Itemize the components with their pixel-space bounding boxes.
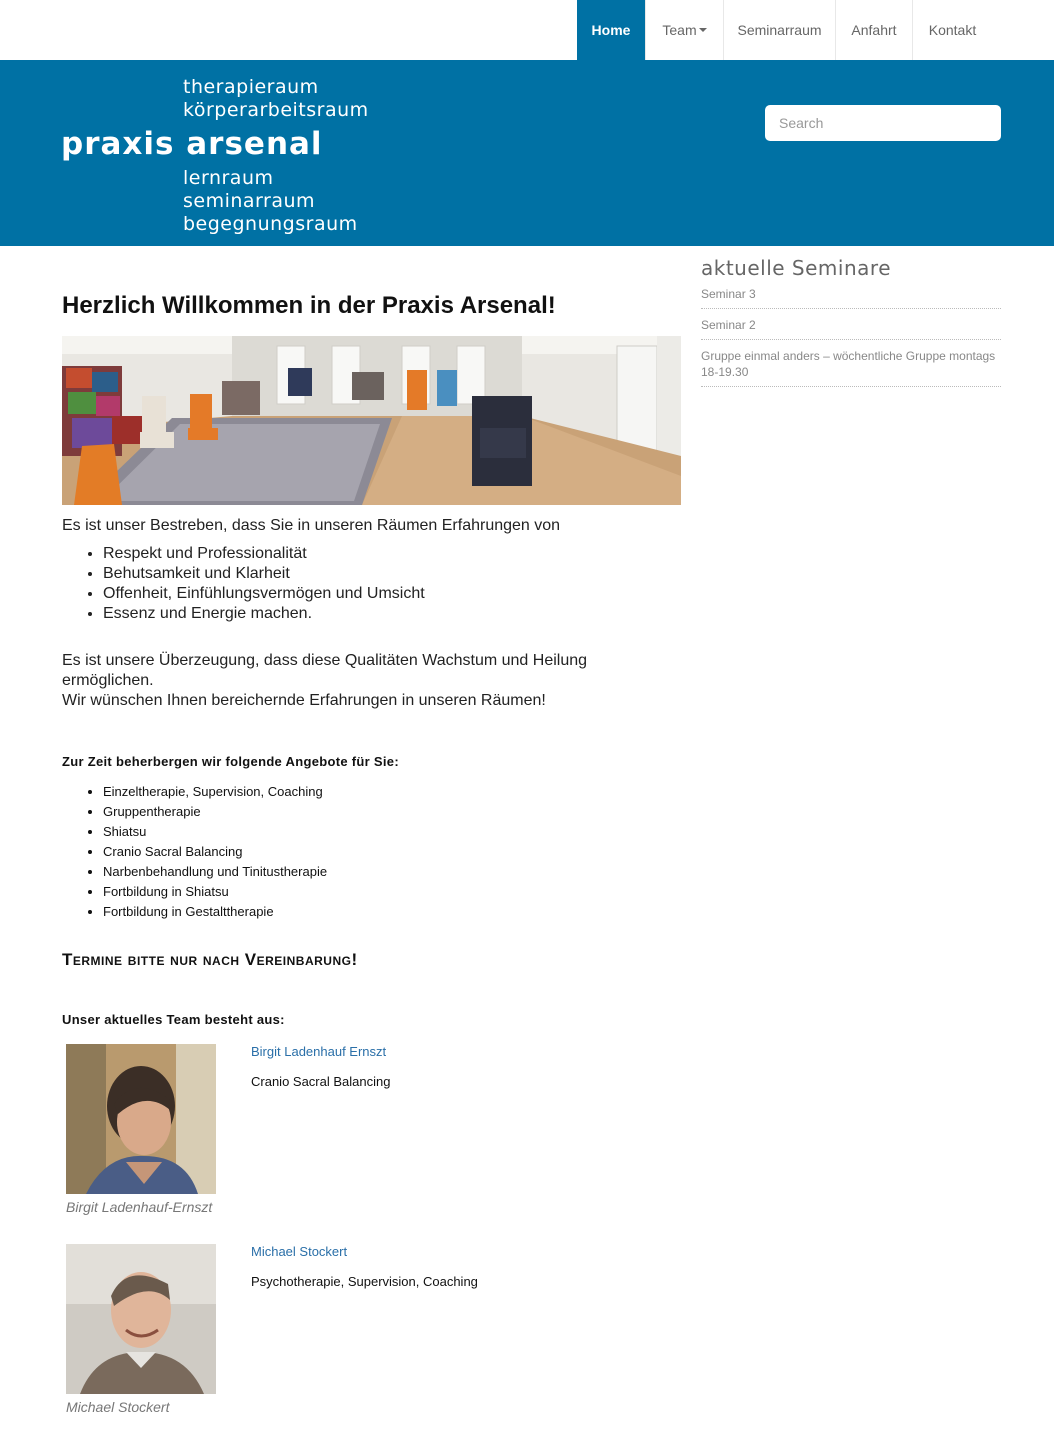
member-role: Psychotherapie, Supervision, Coaching [251,1274,478,1289]
intro-text: Es ist unser Bestreben, dass Sie in unse… [62,517,561,534]
list-item: Einzeltherapie, Supervision, Coaching [103,782,327,802]
seminar-link[interactable]: Seminar 3 [701,286,1001,309]
belief-paragraph: Es ist unsere Überzeugung, dass diese Qu… [62,651,642,711]
top-navigation: Home Team Seminarraum Anfahrt Kontakt [0,0,1054,60]
search-input[interactable] [765,105,1001,141]
seminar-link[interactable]: Gruppe einmal anders – wöchentliche Grup… [701,348,1001,387]
team-heading: Unser aktuelles Team besteht aus: [62,1012,285,1027]
logo-line: lernraum [183,167,274,189]
nav-menu: Home Team Seminarraum Anfahrt Kontakt [577,0,1054,60]
qualities-list: Respekt und Professionalität Behutsamkei… [103,544,425,624]
belief-text: Es ist unsere Überzeugung, dass diese Qu… [62,652,588,689]
nav-label: Kontakt [928,22,977,38]
logo-line: begegnungsraum [183,213,358,235]
sidebar-title: aktuelle Seminare [701,256,891,280]
list-item: Gruppentherapie [103,802,327,822]
caret-down-icon [698,28,707,32]
team-member: Michael Stockert Michael Stockert Psycho… [66,1244,646,1434]
list-item: Narbenbehandlung und Tinitustherapie [103,862,327,882]
member-photo-caption: Michael Stockert [66,1399,170,1415]
member-name-link[interactable]: Michael Stockert [251,1244,347,1259]
room-panorama-image [62,336,681,505]
list-item: Respekt und Professionalität [103,544,425,564]
list-item: Essenz und Energie machen. [103,604,425,624]
list-item: Cranio Sacral Balancing [103,842,327,862]
list-item: Behutsamkeit und Klarheit [103,564,425,584]
seminar-list: Seminar 3 Seminar 2 Gruppe einmal anders… [701,286,1001,395]
nav-item-anfahrt[interactable]: Anfahrt [835,0,912,60]
header-band: therapieraum körperarbeitsraum praxis ar… [0,60,1054,246]
wish-text: Wir wünschen Ihnen bereichernde Erfahrun… [62,692,546,709]
list-item: Fortbildung in Shiatsu [103,882,327,902]
logo-line: körperarbeitsraum [183,99,369,121]
team-member: Birgit Ladenhauf-Ernszt Birgit Ladenhauf… [66,1044,646,1234]
logo-main-text: praxis arsenal [61,126,323,162]
list-item: Fortbildung in Gestalttherapie [103,902,327,922]
site-logo[interactable]: therapieraum körperarbeitsraum praxis ar… [0,60,400,246]
nav-item-team[interactable]: Team [645,0,723,60]
nav-label: Team [662,22,697,38]
nav-label: Seminarraum [737,22,822,38]
page-title: Herzlich Willkommen in der Praxis Arsena… [62,292,556,319]
appointment-notice: Termine bitte nur nach Vereinbarung! [62,950,358,969]
offers-list: Einzeltherapie, Supervision, Coaching Gr… [103,782,327,922]
offers-heading: Zur Zeit beherbergen wir folgende Angebo… [62,754,399,769]
member-role: Cranio Sacral Balancing [251,1074,391,1089]
seminar-link[interactable]: Seminar 2 [701,317,1001,340]
member-photo [66,1044,216,1194]
nav-label: Home [591,22,631,38]
nav-item-home[interactable]: Home [577,0,645,60]
nav-label: Anfahrt [851,22,897,38]
logo-line: therapieraum [183,76,319,98]
list-item: Offenheit, Einfühlungsvermögen und Umsic… [103,584,425,604]
nav-item-kontakt[interactable]: Kontakt [912,0,992,60]
member-name-link[interactable]: Birgit Ladenhauf Ernszt [251,1044,386,1059]
nav-item-seminarraum[interactable]: Seminarraum [723,0,835,60]
member-photo [66,1244,216,1394]
member-photo-caption: Birgit Ladenhauf-Ernszt [66,1199,213,1215]
list-item: Shiatsu [103,822,327,842]
logo-line: seminarraum [183,190,316,212]
